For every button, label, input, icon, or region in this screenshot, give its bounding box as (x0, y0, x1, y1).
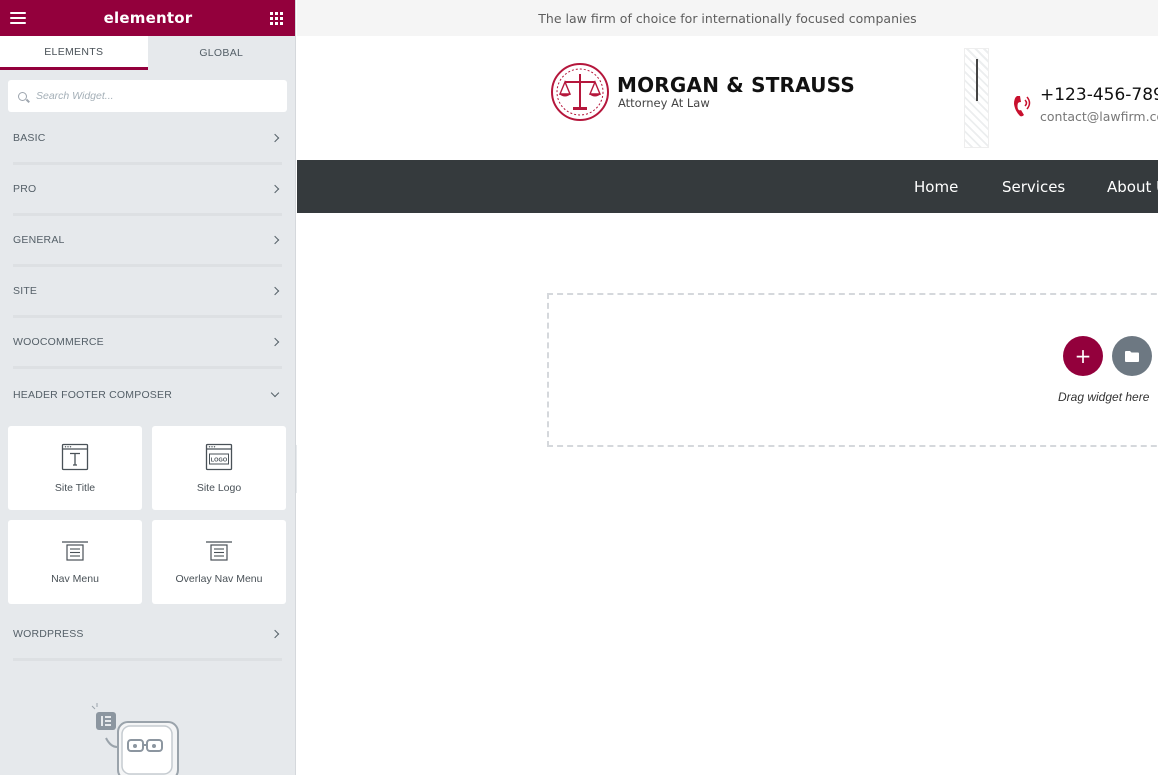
widgets-grid-icon[interactable] (270, 11, 283, 25)
widget-label: Site Title (54, 481, 96, 494)
folder-icon (1125, 351, 1139, 362)
category-label: HEADER FOOTER COMPOSER (13, 388, 172, 401)
nav-bar: Home Services About Us (297, 160, 1158, 213)
search-widget-box (8, 80, 287, 112)
chevron-right-icon (270, 133, 280, 143)
widget-label: Overlay Nav Menu (175, 572, 263, 585)
svg-text:LOGO: LOGO (211, 457, 228, 463)
nav-home[interactable]: Home (914, 160, 958, 213)
add-template-button[interactable] (1112, 336, 1152, 376)
category-label: BASIC (13, 132, 46, 144)
category-label: PRO (13, 183, 37, 195)
dropzone-hint: Drag widget here (1058, 390, 1150, 404)
category-label: GENERAL (13, 234, 65, 246)
search-icon (18, 91, 27, 101)
chevron-right-icon (270, 184, 280, 194)
category-label: WOOCOMMERCE (13, 336, 104, 348)
widget-grid: Site Title LOGO Site Logo Nav Menu Overl… (0, 420, 295, 610)
elementor-panel: elementor ELEMENTS GLOBAL BASIC PRO GENE… (0, 0, 296, 775)
tagline: The law firm of choice for international… (538, 10, 917, 26)
search-widget-input[interactable] (36, 90, 266, 102)
chevron-right-icon (270, 235, 280, 245)
email-address[interactable]: contact@lawfirm.com (1040, 109, 1158, 124)
category-header-footer-composer[interactable]: HEADER FOOTER COMPOSER (13, 369, 282, 420)
category-general[interactable]: GENERAL (13, 216, 282, 267)
preview-canvas: The law firm of choice for international… (297, 0, 1158, 775)
plus-icon: + (1074, 344, 1092, 368)
tab-global[interactable]: GLOBAL (148, 36, 296, 70)
category-site[interactable]: SITE (13, 267, 282, 318)
hamburger-menu-icon[interactable] (10, 12, 26, 24)
widget-nav-menu[interactable]: Nav Menu (8, 520, 142, 604)
contact-info: +123-456-789 contact@lawfirm.com (1011, 84, 1158, 124)
widget-site-logo[interactable]: LOGO Site Logo (152, 426, 286, 510)
overlay-nav-menu-icon (206, 540, 232, 561)
phone-number[interactable]: +123-456-789 (1040, 84, 1158, 106)
category-pro[interactable]: PRO (13, 165, 282, 216)
widget-label: Nav Menu (51, 572, 99, 585)
site-logo-icon: LOGO (205, 443, 233, 470)
divider-widget[interactable] (964, 48, 989, 148)
site-title-icon (61, 443, 89, 470)
category-wordpress[interactable]: WORDPRESS (13, 610, 282, 661)
divider-line (976, 59, 978, 101)
nav-services[interactable]: Services (1002, 160, 1065, 213)
category-basic[interactable]: BASIC (13, 114, 282, 165)
tab-elements[interactable]: ELEMENTS (0, 36, 148, 70)
panel-header: elementor (0, 0, 295, 36)
category-woocommerce[interactable]: WOOCOMMERCE (13, 318, 282, 369)
nav-menu-icon (62, 540, 88, 561)
category-label: SITE (13, 285, 38, 297)
top-bar: The law firm of choice for international… (297, 0, 1158, 36)
widget-site-title[interactable]: Site Title (8, 426, 142, 510)
firm-name: MORGAN & STRAUSS (617, 73, 855, 97)
widget-label: Site Logo (196, 481, 242, 494)
mascot-illustration (91, 703, 179, 775)
chevron-right-icon (270, 286, 280, 296)
category-label: WORDPRESS (13, 628, 84, 640)
nav-about[interactable]: About Us (1107, 160, 1158, 213)
widget-overlay-nav-menu[interactable]: Overlay Nav Menu (152, 520, 286, 604)
elementor-logo: elementor (103, 9, 193, 27)
phone-icon (1014, 96, 1031, 117)
chevron-down-icon (270, 388, 280, 398)
chevron-right-icon (270, 337, 280, 347)
panel-tabs: ELEMENTS GLOBAL (0, 36, 295, 70)
firm-subtitle: Attorney At Law (618, 96, 710, 110)
site-logo[interactable]: MORGAN & STRAUSS Attorney At Law (549, 62, 855, 122)
add-section-button[interactable]: + (1063, 336, 1103, 376)
scales-of-justice-icon (551, 63, 609, 121)
chevron-right-icon (270, 629, 280, 639)
empty-section-dropzone[interactable]: + Drag widget here (547, 293, 1158, 447)
